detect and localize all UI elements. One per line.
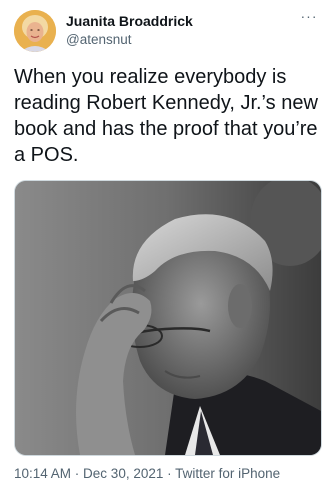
photo-man-hand-on-forehead [15, 181, 321, 455]
author-avatar[interactable] [14, 10, 56, 52]
tweet-time[interactable]: 10:14 AM [14, 466, 71, 481]
tweet-header: Juanita Broaddrick @atensnut ··· [14, 8, 324, 54]
avatar-photo-icon [14, 10, 56, 52]
tweet-date[interactable]: Dec 30, 2021 [83, 466, 163, 481]
tweet-source[interactable]: Twitter for iPhone [175, 466, 280, 481]
meta-separator: · [163, 466, 176, 481]
tweet-metadata: 10:14 AM · Dec 30, 2021 · Twitter for iP… [14, 466, 326, 481]
tweet-card: Juanita Broaddrick @atensnut ··· When yo… [0, 0, 335, 500]
tweet-media-photo[interactable] [14, 180, 322, 456]
tweet-text: When you realize everybody is reading Ro… [14, 66, 318, 166]
author-name[interactable]: Juanita Broaddrick [66, 13, 193, 29]
author-handle[interactable]: @atensnut [66, 32, 132, 47]
more-options-icon[interactable]: ··· [298, 8, 320, 24]
meta-separator: · [71, 466, 84, 481]
